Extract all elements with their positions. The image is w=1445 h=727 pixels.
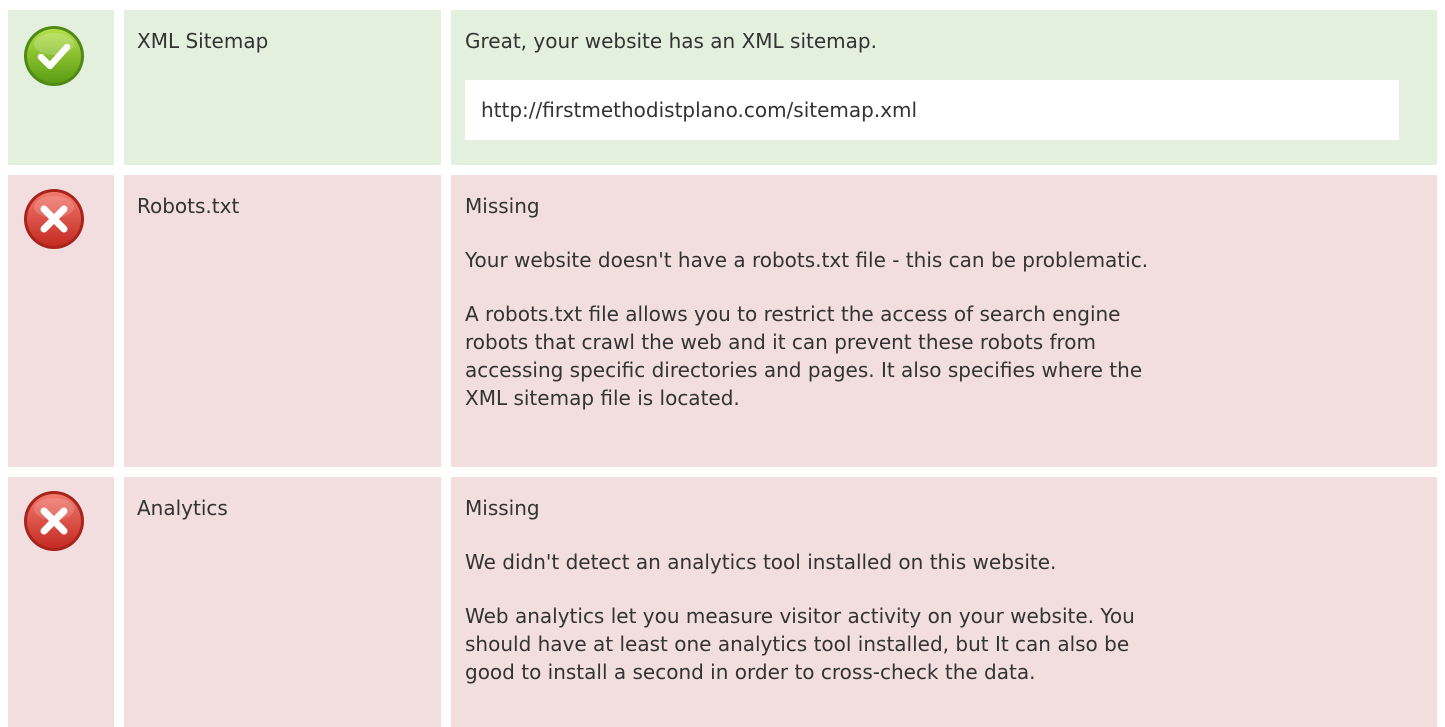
check-detail-line: robots that crawl the web and it can pre… — [465, 330, 1097, 354]
status-cell — [8, 10, 114, 165]
check-detail-line: accessing specific directories and pages… — [465, 358, 1143, 382]
check-label: XML Sitemap — [137, 29, 269, 53]
check-headline: Missing — [465, 194, 540, 218]
check-summary: Your website doesn't have a robots.txt f… — [465, 248, 1149, 272]
check-row-analytics: Analytics Missing We didn't detect an an… — [0, 477, 1445, 727]
status-cell — [8, 477, 114, 727]
check-detail-line: Web analytics let you measure visitor ac… — [465, 604, 1135, 628]
check-circle-icon — [22, 24, 86, 88]
check-label-cell: Analytics — [124, 477, 441, 727]
check-summary: We didn't detect an analytics tool insta… — [465, 550, 1057, 574]
check-detail-line: good to install a second in order to cro… — [465, 660, 1036, 684]
sitemap-url: http://firstmethodistplano.com/sitemap.x… — [465, 80, 1399, 140]
check-headline: Missing — [465, 496, 540, 520]
check-content-cell: Missing We didn't detect an analytics to… — [451, 477, 1437, 727]
check-label-cell: Robots.txt — [124, 175, 441, 467]
check-row-xml-sitemap: XML Sitemap Great, your website has an X… — [0, 10, 1445, 165]
check-detail-line: should have at least one analytics tool … — [465, 632, 1130, 656]
check-detail-line: XML sitemap file is located. — [465, 386, 740, 410]
status-cell — [8, 175, 114, 467]
check-content-cell: Great, your website has an XML sitemap. … — [451, 10, 1437, 165]
check-content-cell: Missing Your website doesn't have a robo… — [451, 175, 1437, 467]
check-detail-line: A robots.txt file allows you to restrict… — [465, 302, 1121, 326]
check-headline: Great, your website has an XML sitemap. — [465, 29, 877, 53]
error-circle-icon — [22, 187, 86, 251]
check-row-robots-txt: Robots.txt Missing Your website doesn't … — [0, 175, 1445, 467]
check-label-cell: XML Sitemap — [124, 10, 441, 165]
check-label: Analytics — [137, 496, 228, 520]
error-circle-icon — [22, 489, 86, 553]
check-label: Robots.txt — [137, 194, 240, 218]
